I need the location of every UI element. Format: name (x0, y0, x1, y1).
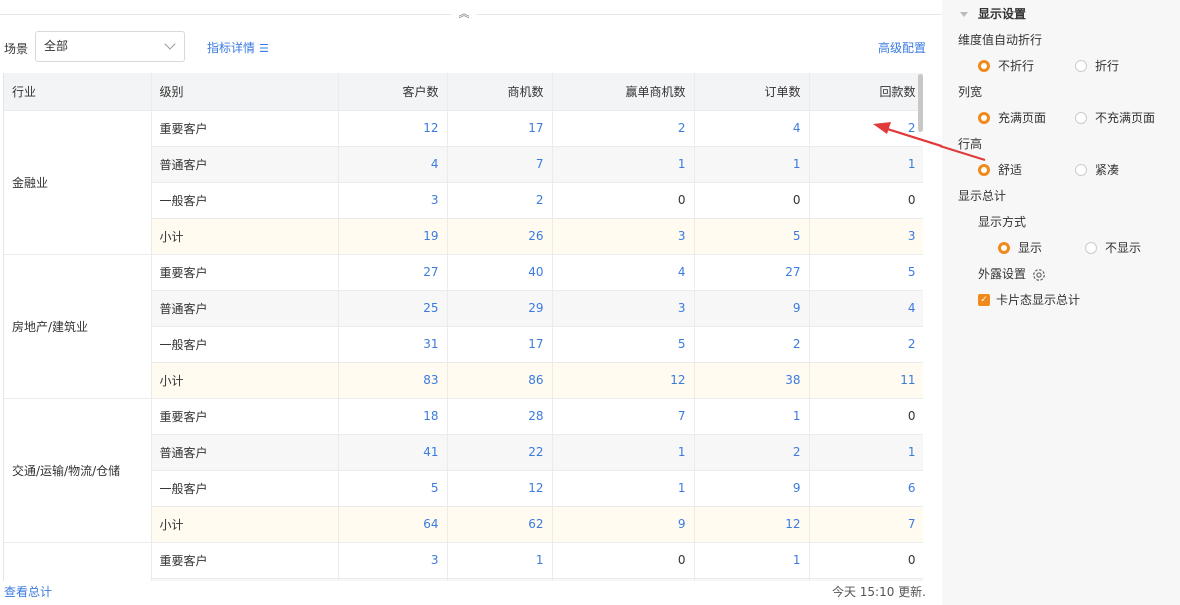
radio-wrap-label: 折行 (1095, 59, 1120, 73)
gear-icon[interactable] (1032, 268, 1046, 282)
radio-show-label: 显示 (1018, 241, 1043, 255)
radio-comfortable[interactable]: 舒适 (978, 161, 1022, 178)
radio-selected-icon (978, 59, 990, 72)
radio-no-wrap-label: 不折行 (998, 59, 1035, 73)
radio-not-fill-page-label: 不充满页面 (1095, 111, 1156, 125)
checkbox-checked-icon: ✓ (978, 293, 990, 306)
radio-wrap[interactable]: 折行 (1075, 57, 1119, 74)
card-total-checkbox[interactable]: ✓ 卡片态显示总计 (978, 291, 1080, 308)
collapse-triangle-icon (960, 12, 968, 17)
radio-icon (1075, 111, 1087, 124)
radio-selected-icon (998, 241, 1010, 254)
radio-compact[interactable]: 紧凑 (1075, 161, 1119, 178)
radio-selected-icon (978, 163, 990, 176)
wrap-label: 维度值自动折行 (958, 33, 1043, 47)
display-settings-panel: 显示设置 维度值自动折行 不折行 折行 列宽 充满页面 不充满页面 行高 舒适 … (939, 0, 1180, 605)
column-width-label: 列宽 (958, 85, 983, 99)
radio-icon (1085, 241, 1097, 254)
panel-title-text: 显示设置 (978, 7, 1027, 21)
show-total-label: 显示总计 (958, 189, 1007, 203)
radio-fill-page[interactable]: 充满页面 (978, 109, 1046, 126)
radio-hide[interactable]: 不显示 (1085, 239, 1141, 256)
radio-hide-label: 不显示 (1105, 241, 1142, 255)
radio-show[interactable]: 显示 (998, 239, 1042, 256)
radio-icon (1075, 59, 1087, 72)
panel-title[interactable]: 显示设置 (960, 5, 1026, 22)
radio-not-fill-page[interactable]: 不充满页面 (1075, 109, 1155, 126)
expose-settings: 外露设置 (978, 265, 1046, 282)
card-total-label: 卡片态显示总计 (996, 293, 1081, 307)
radio-fill-page-label: 充满页面 (998, 111, 1047, 125)
display-mode-label: 显示方式 (978, 215, 1027, 229)
radio-compact-label: 紧凑 (1095, 163, 1120, 177)
expose-settings-label: 外露设置 (978, 267, 1027, 281)
radio-comfortable-label: 舒适 (998, 163, 1023, 177)
radio-icon (1075, 163, 1087, 176)
radio-no-wrap[interactable]: 不折行 (978, 57, 1034, 74)
radio-selected-icon (978, 111, 990, 124)
row-height-label: 行高 (958, 137, 983, 151)
